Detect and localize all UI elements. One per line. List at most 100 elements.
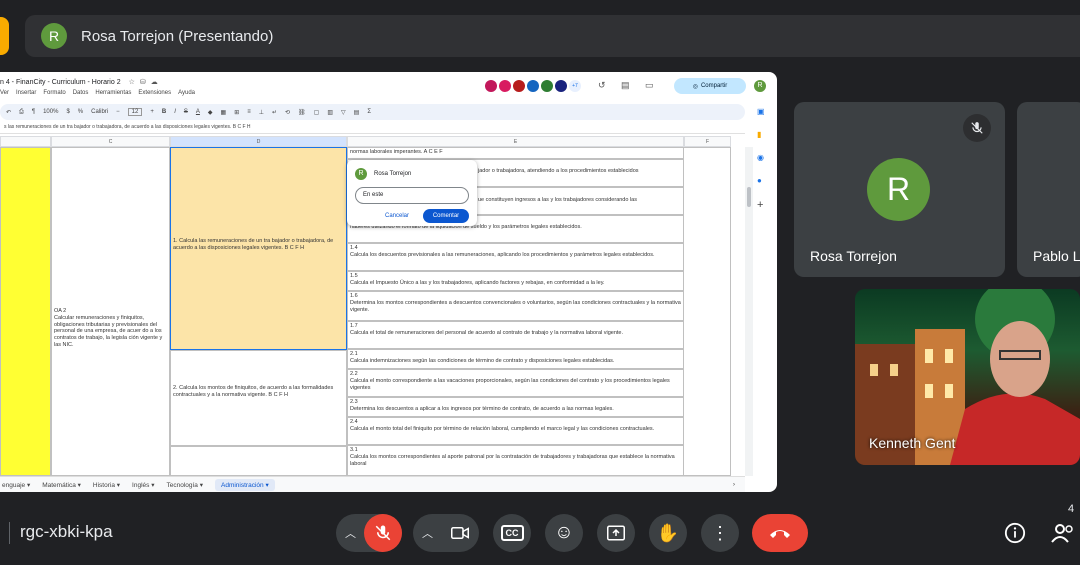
contacts-icon[interactable]: ● [757, 176, 773, 185]
cell[interactable]: 3.1 Calcula los montos correspondientes … [347, 445, 684, 476]
cell[interactable]: 1.7 Calcula el total de remuneraciones d… [347, 321, 684, 349]
scroll-right-icon[interactable]: › [733, 481, 735, 488]
font-size-increase[interactable]: + [150, 109, 154, 115]
italic-button[interactable]: I [174, 109, 176, 115]
star-icon[interactable]: ☆ [129, 78, 135, 86]
chart-icon[interactable]: ▥ [327, 109, 333, 116]
leave-call-button[interactable] [752, 514, 808, 552]
keep-icon[interactable]: ▮ [757, 130, 773, 139]
participant-tile-pablo[interactable]: Pablo L [1017, 102, 1080, 277]
functions-icon[interactable]: Σ [367, 109, 371, 115]
drive-icon[interactable]: ⛁ [140, 78, 146, 86]
history-icon[interactable]: ↺ [598, 80, 606, 91]
sheet-tab[interactable]: Tecnología ▾ [166, 481, 203, 489]
cell[interactable]: normas laborales imperantes. A C E F [347, 147, 684, 159]
sheet-tab[interactable]: Historia ▾ [93, 481, 120, 489]
participant-tile-rosa[interactable]: R Rosa Torrejon [794, 102, 1005, 277]
fill-color-icon[interactable]: ◆ [208, 109, 213, 116]
cell[interactable]: 1.6 Determina los montos correspondiente… [347, 291, 684, 321]
percent-icon[interactable]: % [78, 109, 83, 115]
paint-format-icon[interactable]: ¶ [32, 109, 35, 115]
align-icon[interactable]: ≡ [247, 109, 251, 115]
comment-icon[interactable]: ▢ [314, 109, 320, 116]
collaborator-avatar[interactable] [513, 80, 525, 92]
cell[interactable]: 2.4 Calcula el monto total del finiquito… [347, 417, 684, 445]
font-size-input[interactable]: 12 [127, 108, 143, 116]
share-button[interactable]: ◎ Compartir [674, 78, 746, 94]
print-icon[interactable]: ⎙ [19, 109, 24, 116]
cell[interactable]: 2.3 Determina los descuentos a aplicar a… [347, 397, 684, 417]
scrollbar-thumb[interactable] [747, 187, 751, 207]
tasks-icon[interactable]: ◉ [757, 153, 773, 162]
collaborator-avatar[interactable] [555, 80, 567, 92]
menu-item[interactable]: Ayuda [178, 90, 195, 102]
submit-comment-button[interactable]: Comentar [423, 209, 469, 223]
yellow-cell[interactable] [0, 147, 51, 476]
cancel-comment-button[interactable]: Cancelar [385, 213, 409, 219]
borders-icon[interactable]: ▦ [221, 109, 227, 116]
account-avatar[interactable]: R [754, 80, 766, 92]
more-collaborators[interactable]: +7 [569, 80, 581, 92]
column-header[interactable]: E [347, 136, 684, 147]
menu-item[interactable]: Ver [0, 90, 9, 102]
meeting-info-button[interactable] [1001, 519, 1029, 547]
merge-icon[interactable]: ⊞ [234, 109, 239, 116]
cell[interactable] [684, 147, 731, 476]
more-options-button[interactable]: ⋮ [701, 514, 739, 552]
link-icon[interactable]: ⛓ [298, 109, 306, 116]
font-select[interactable]: Calibri [91, 109, 108, 115]
menu-item[interactable]: Formato [43, 90, 65, 102]
vertical-scrollbar[interactable] [745, 147, 753, 476]
cell[interactable]: 2. Calcula los montos de finiquitos, de … [170, 350, 347, 446]
column-header[interactable]: C [51, 136, 170, 147]
text-color-button[interactable]: A [196, 109, 200, 115]
collaborator-avatar[interactable] [499, 80, 511, 92]
sheet-tab-active[interactable]: Administración ▾ [215, 478, 275, 491]
valign-icon[interactable]: ⊥ [259, 109, 264, 116]
present-button[interactable] [597, 514, 635, 552]
collaborator-avatar[interactable] [485, 80, 497, 92]
raise-hand-button[interactable]: ✋ [649, 514, 687, 552]
people-button[interactable] [1049, 519, 1077, 547]
sheet-tab[interactable]: Inglés ▾ [132, 481, 154, 489]
cell[interactable]: 1.5 Calcula el Impuesto Único a las y lo… [347, 271, 684, 291]
sheet-tab[interactable]: Matemática ▾ [42, 481, 81, 489]
strikethrough-button[interactable]: S [184, 109, 188, 115]
zoom-select[interactable]: 100% [43, 109, 58, 115]
sheet-tab[interactable]: enguaje ▾ [2, 481, 30, 489]
menu-item[interactable]: Herramientas [95, 90, 131, 102]
column-header[interactable]: F [684, 136, 731, 147]
chevron-up-icon[interactable]: ︿ [345, 525, 356, 541]
menu-item[interactable]: Datos [73, 90, 89, 102]
oa-cell[interactable]: OA 2 Calcular remuneraciones y finiquito… [51, 147, 170, 476]
filter-icon[interactable]: ▽ [341, 109, 346, 116]
comment-input[interactable]: En este [355, 187, 469, 204]
font-size-decrease[interactable]: − [116, 109, 120, 115]
collaborator-avatar[interactable] [541, 80, 553, 92]
menu-item[interactable]: Insertar [16, 90, 36, 102]
column-header[interactable] [0, 136, 51, 147]
collaborator-avatar[interactable] [527, 80, 539, 92]
column-header[interactable]: D [170, 136, 347, 147]
rotate-icon[interactable]: ⟲ [285, 109, 290, 116]
cell[interactable]: 2.2 Calcula el monto correspondiente a l… [347, 369, 684, 397]
undo-icon[interactable]: ↶ [6, 109, 11, 116]
camera-toggle-button[interactable] [441, 514, 479, 552]
meet-icon[interactable]: ▭ [645, 80, 654, 91]
comments-icon[interactable]: ▤ [621, 80, 630, 91]
menu-item[interactable]: Extensiones [138, 90, 171, 102]
reactions-button[interactable]: ☺ [545, 514, 583, 552]
formula-bar[interactable]: s las remuneraciones de un tra bajador o… [0, 124, 745, 134]
selected-cell[interactable]: 1. Calcula las remuneraciones de un tra … [170, 147, 347, 350]
mic-toggle-button[interactable] [364, 514, 402, 552]
captions-button[interactable]: CC [493, 514, 531, 552]
chevron-up-icon[interactable]: ︿ [422, 525, 433, 541]
cell[interactable]: 2.1 Calcula indemnizaciones según las co… [347, 349, 684, 369]
participant-video-kenneth[interactable]: Kenneth Gent [855, 289, 1080, 465]
wrap-icon[interactable]: ↵ [272, 109, 277, 116]
cell[interactable]: 1.4 Calcula los descuentos previsionales… [347, 243, 684, 271]
cell[interactable] [170, 446, 347, 476]
cloud-icon[interactable]: ☁ [151, 78, 158, 86]
filter-views-icon[interactable]: ▤ [354, 109, 360, 116]
add-addon-icon[interactable]: + [757, 199, 773, 211]
